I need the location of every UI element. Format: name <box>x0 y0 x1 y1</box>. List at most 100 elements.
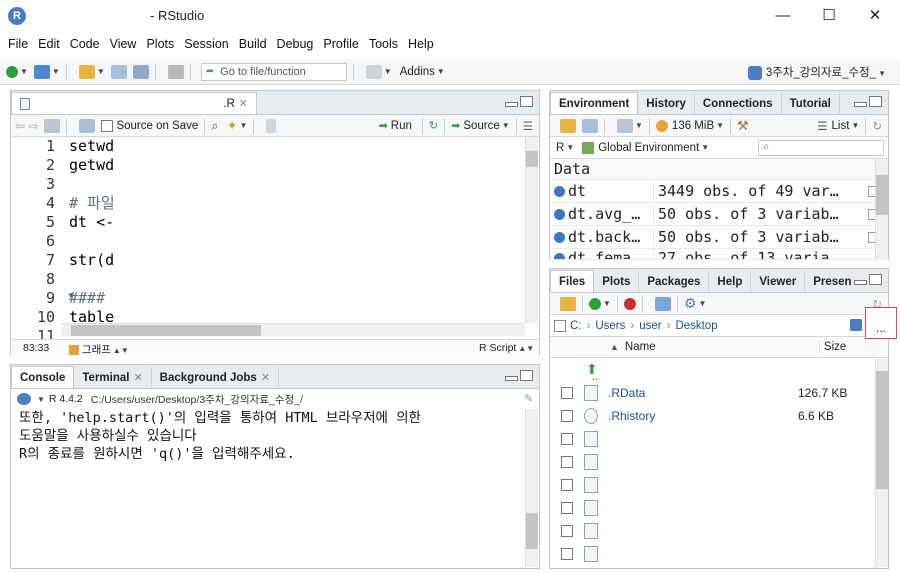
files-scrollbar[interactable] <box>875 359 888 567</box>
editor-horizontal-scrollbar[interactable] <box>61 323 525 336</box>
more-gear-icon[interactable]: ⚙ <box>684 295 697 312</box>
maximize-pane-icon[interactable] <box>869 274 882 285</box>
minimize-pane-icon[interactable] <box>505 102 518 107</box>
tab-environment[interactable]: Environment <box>550 92 639 114</box>
source-button[interactable]: Source <box>463 120 499 132</box>
minimize-pane-icon[interactable] <box>854 280 867 285</box>
save-icon[interactable] <box>110 64 127 79</box>
tab-history[interactable]: History <box>638 93 695 114</box>
console-output[interactable]: 또한, 'help.start()'의 입력을 통하여 HTML 브라우저에 의… <box>19 409 519 463</box>
scope-menu[interactable]: Global Environment <box>598 142 699 154</box>
code-tools-icon[interactable]: ✦ <box>227 118 238 134</box>
file-row[interactable]: .Rhistory 6.6 KB <box>550 404 888 427</box>
tab-connections[interactable]: Connections <box>695 93 782 114</box>
minimize-pane-icon[interactable] <box>854 102 867 107</box>
env-row[interactable]: dt.back… 50 obs. of 3 variab… <box>550 226 888 249</box>
expand-icon[interactable] <box>554 232 565 243</box>
env-row[interactable]: dt 3449 obs. of 49 var… <box>550 180 888 203</box>
maximize-pane-icon[interactable] <box>520 370 533 381</box>
addins-menu[interactable]: Addins <box>400 66 435 78</box>
expand-icon[interactable] <box>554 253 565 259</box>
name-column-header[interactable]: Name <box>625 341 819 353</box>
close-tab-icon[interactable]: ✕ <box>133 371 142 384</box>
expand-icon[interactable] <box>554 209 565 220</box>
menu-profile[interactable]: Profile <box>319 37 362 51</box>
size-column-header[interactable]: Size <box>818 341 846 353</box>
close-tab-icon[interactable]: ✕ <box>261 371 270 384</box>
go-to-directory-button[interactable]: ... <box>865 307 897 339</box>
menu-help[interactable]: Help <box>404 37 438 51</box>
file-row[interactable] <box>550 450 888 473</box>
save-workspace-icon[interactable] <box>582 118 598 133</box>
environment-scrollbar[interactable] <box>875 159 888 259</box>
maximize-pane-icon[interactable] <box>869 96 882 107</box>
show-in-window-icon[interactable] <box>44 118 61 133</box>
open-folder-icon[interactable] <box>78 64 95 79</box>
view-mode-menu[interactable]: List <box>832 120 850 132</box>
breadcrumb-desktop[interactable]: Desktop <box>675 320 717 332</box>
refresh-icon[interactable]: ↻ <box>872 119 882 133</box>
delete-icon[interactable] <box>623 297 636 310</box>
editor-tab-file[interactable]: .R ✕ <box>11 92 257 114</box>
run-button[interactable]: Run <box>391 120 412 132</box>
file-checkbox[interactable] <box>561 524 573 537</box>
file-row[interactable] <box>550 496 888 519</box>
source-on-save-checkbox[interactable] <box>101 119 114 132</box>
console-scrollbar[interactable] <box>525 409 538 567</box>
file-row[interactable]: .RData 126.7 KB <box>550 381 888 404</box>
rerun-icon[interactable]: ↻ <box>429 119 438 132</box>
file-checkbox[interactable] <box>561 478 573 491</box>
parent-directory-row[interactable]: ⬆ .. <box>550 358 888 383</box>
tab-plots[interactable]: Plots <box>594 271 640 292</box>
close-button[interactable]: ✕ <box>852 0 898 32</box>
menu-debug[interactable]: Debug <box>273 37 318 51</box>
save-all-icon[interactable] <box>132 64 149 79</box>
breadcrumb-users[interactable]: Users <box>595 320 625 332</box>
document-outline-icon[interactable]: ☰ <box>523 119 533 133</box>
new-folder-icon[interactable] <box>560 296 576 311</box>
file-row[interactable] <box>550 473 888 496</box>
breadcrumb-user[interactable]: user <box>639 320 661 332</box>
maximize-pane-icon[interactable] <box>520 96 533 107</box>
file-row[interactable] <box>550 519 888 542</box>
outline-icon[interactable] <box>266 118 277 133</box>
menu-view[interactable]: View <box>106 37 141 51</box>
file-checkbox[interactable] <box>561 547 573 560</box>
tab-background-jobs[interactable]: Background Jobs ✕ <box>152 367 280 388</box>
file-row[interactable] <box>550 427 888 450</box>
project-folder-icon[interactable] <box>850 319 862 331</box>
maximize-button[interactable]: ☐ <box>806 0 852 32</box>
section-jump-menu[interactable]: 그래프 ▲▼ <box>69 342 129 357</box>
file-checkbox[interactable] <box>561 386 573 399</box>
menu-build[interactable]: Build <box>235 37 271 51</box>
environment-search-input[interactable]: ⌕ <box>758 139 884 156</box>
new-file-icon[interactable] <box>6 65 18 78</box>
file-checkbox[interactable] <box>561 409 573 422</box>
tab-console[interactable]: Console <box>11 366 75 388</box>
menu-session[interactable]: Session <box>180 37 232 51</box>
tab-tutorial[interactable]: Tutorial <box>782 93 840 114</box>
file-type-menu[interactable]: R Script ▲▼ <box>479 342 534 354</box>
code-area[interactable]: setwd getwd # 파일 dt <- str(d #### table <box>69 137 524 331</box>
load-workspace-icon[interactable] <box>560 118 576 133</box>
menu-code[interactable]: Code <box>66 37 104 51</box>
tab-files[interactable]: Files <box>550 270 595 292</box>
clear-console-icon[interactable]: ✎ <box>524 393 533 405</box>
print-icon[interactable] <box>167 64 184 79</box>
grid-layout-icon[interactable] <box>365 64 382 79</box>
env-row[interactable]: dt.fema… 27 obs. of 13 varia… <box>550 249 888 260</box>
close-tab-icon[interactable]: ✕ <box>239 98 248 110</box>
language-menu[interactable]: R <box>556 142 564 154</box>
rename-icon[interactable] <box>654 296 671 311</box>
new-blank-file-icon[interactable] <box>589 297 601 310</box>
minimize-button[interactable]: — <box>760 0 806 32</box>
memory-usage[interactable]: 136 MiB <box>672 120 714 132</box>
file-checkbox[interactable] <box>561 501 573 514</box>
tab-presentation[interactable]: Presen <box>805 271 859 292</box>
file-row[interactable] <box>550 542 888 565</box>
tab-viewer[interactable]: Viewer <box>751 271 806 292</box>
file-checkbox[interactable] <box>561 432 573 445</box>
expand-icon[interactable] <box>554 186 565 197</box>
save-file-icon[interactable] <box>79 118 96 133</box>
new-project-icon[interactable] <box>33 64 50 79</box>
